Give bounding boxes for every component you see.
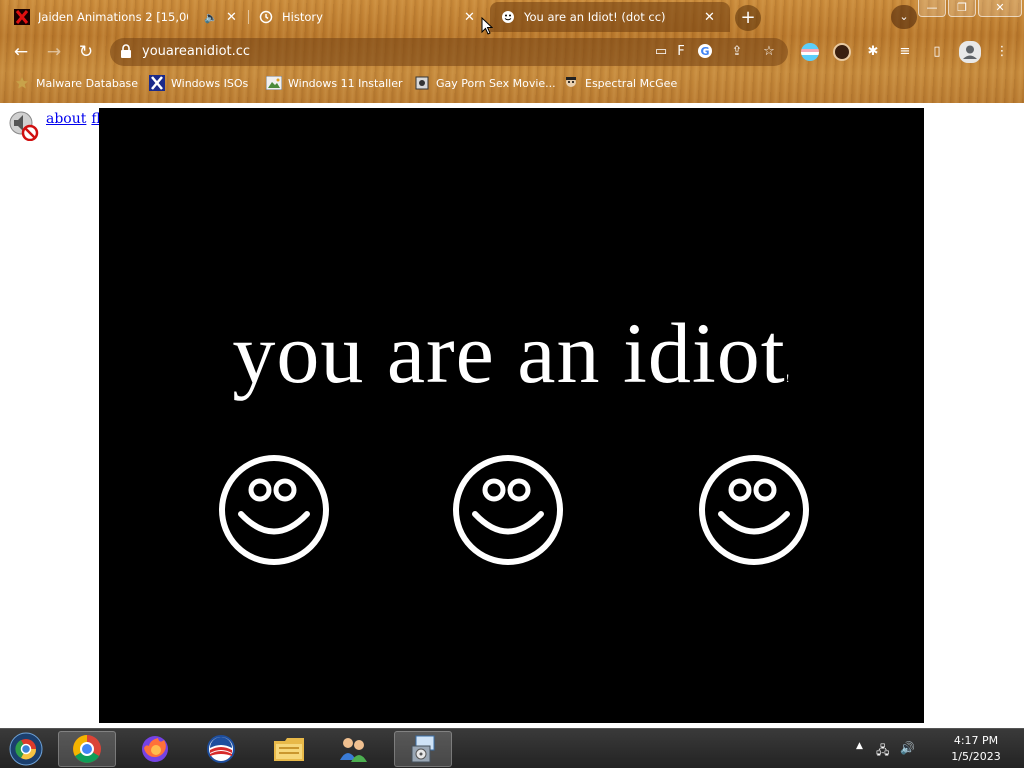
- extension-flag-icon[interactable]: [801, 43, 819, 61]
- history-clock-icon: [258, 9, 274, 25]
- clock[interactable]: 4:17 PM 1/5/2023: [946, 733, 1006, 765]
- lock-icon: [120, 44, 134, 60]
- close-window-button[interactable]: ✕: [978, 0, 1022, 17]
- new-tab-button[interactable]: +: [735, 5, 761, 31]
- clock-time: 4:17 PM: [953, 734, 999, 747]
- google-lens-icon[interactable]: G: [696, 43, 714, 61]
- tab-title: Jaiden Animations 2 [15,000: [38, 10, 188, 24]
- taskbar-installer[interactable]: [394, 731, 452, 767]
- blue-x-icon: [149, 75, 165, 91]
- profile-avatar-icon[interactable]: [959, 41, 981, 63]
- red-x-icon: [14, 9, 30, 25]
- tab-title: You are an Idiot! (dot cc): [524, 10, 666, 24]
- side-panel-icon[interactable]: ▯: [928, 43, 946, 61]
- bookmark-espectral-mcgee[interactable]: Espectral McGee: [563, 75, 677, 91]
- browser-chrome: Jaiden Animations 2 [15,000 🔈 ✕ History …: [0, 0, 1024, 103]
- tab-title: History: [282, 10, 323, 24]
- bookmark-label: Espectral McGee: [585, 76, 678, 90]
- tab-search-button[interactable]: ⌄: [891, 5, 917, 29]
- bookmark-label: Malware Database: [36, 76, 139, 90]
- muted-speaker-icon[interactable]: [8, 109, 40, 142]
- bookmark-windows-11-installer[interactable]: Windows 11 Installer: [266, 75, 403, 91]
- game-icon: [414, 75, 430, 91]
- speaker-icon[interactable]: 🔈: [204, 11, 218, 24]
- headline-mark: !: [785, 371, 791, 385]
- bookmarks-bar: Malware Database Windows ISOs Windows 11…: [0, 71, 1024, 97]
- volume-icon[interactable]: 🔊: [900, 741, 915, 755]
- bookmark-gay-porn-sex-movie[interactable]: Gay Porn Sex Movie...: [414, 75, 556, 91]
- window-controls: — ❐ ✕: [916, 0, 1022, 17]
- chrome-icon: [73, 735, 101, 763]
- web-page: aboutflash you are an idiot!: [0, 103, 1024, 728]
- mouse-cursor-icon: [481, 17, 493, 35]
- maximize-button[interactable]: ❐: [948, 0, 976, 17]
- reading-list-icon[interactable]: ≡: [896, 43, 914, 61]
- flag-icon[interactable]: F: [672, 43, 690, 61]
- system-tray: ▲ 🖧 🔊 4:17 PM 1/5/2023: [854, 729, 1024, 768]
- network-users-icon: [340, 738, 367, 762]
- address-bar[interactable]: youareanidiot.cc ▭ F G ⇪ ☆: [110, 38, 788, 66]
- tab-separator: [248, 10, 249, 24]
- reload-icon[interactable]: ↻: [75, 41, 97, 63]
- tab-history[interactable]: History ✕: [258, 2, 486, 32]
- character-icon: [563, 75, 579, 91]
- obama-logo-icon: [207, 735, 235, 763]
- bookmark-label: Windows ISOs: [171, 76, 249, 90]
- show-hidden-icons-icon[interactable]: ▲: [856, 741, 863, 751]
- network-icon[interactable]: 🖧: [876, 741, 889, 762]
- tab-close-button[interactable]: ✕: [704, 10, 715, 25]
- forward-arrow-icon[interactable]: →: [43, 41, 65, 63]
- taskbar: ▲ 🖧 🔊 4:17 PM 1/5/2023: [0, 728, 1024, 768]
- clock-date: 1/5/2023: [951, 750, 1001, 763]
- bookmark-label: Gay Porn Sex Movie...: [436, 76, 556, 90]
- file-explorer-icon: [274, 738, 304, 761]
- bookmark-label: Windows 11 Installer: [288, 76, 403, 90]
- flash-stage[interactable]: you are an idiot!: [99, 108, 924, 723]
- tab-you-are-an-idiot[interactable]: You are an Idiot! (dot cc) ✕: [490, 2, 730, 32]
- smiley-face-icon: [219, 455, 329, 565]
- browser-toolbar: ← → ↻ youareanidiot.cc ▭ F G ⇪ ☆ ✱ ≡ ▯ ⋮: [0, 35, 1024, 69]
- headline-words: you are an idiot: [232, 305, 786, 401]
- tab-strip: Jaiden Animations 2 [15,000 🔈 ✕ History …: [0, 0, 1024, 34]
- tab-close-button[interactable]: ✕: [226, 10, 237, 25]
- extension-avatar-icon[interactable]: [833, 43, 851, 61]
- tab-close-button[interactable]: ✕: [464, 10, 475, 25]
- menu-kebab-icon[interactable]: ⋮: [993, 43, 1011, 61]
- popup-blocked-icon[interactable]: ▭: [652, 43, 670, 61]
- smiley-icon: [500, 9, 516, 25]
- svg-text:G: G: [700, 45, 709, 58]
- image-icon: [266, 75, 282, 91]
- share-icon[interactable]: ⇪: [728, 43, 746, 61]
- extensions-puzzle-icon[interactable]: ✱: [864, 43, 882, 61]
- start-button[interactable]: [4, 731, 48, 767]
- taskbar-chrome[interactable]: [58, 731, 116, 767]
- taskbar-firefox[interactable]: [126, 731, 184, 767]
- bookmark-star-icon[interactable]: ☆: [760, 43, 778, 61]
- taskbar-network-users[interactable]: [324, 731, 382, 767]
- smiley-face-icon: [699, 455, 809, 565]
- back-arrow-icon[interactable]: ←: [10, 41, 32, 63]
- headline-text: you are an idiot!: [99, 303, 924, 403]
- bookmark-windows-isos[interactable]: Windows ISOs: [149, 75, 248, 91]
- url-text: youareanidiot.cc: [142, 44, 251, 59]
- tab-jaiden[interactable]: Jaiden Animations 2 [15,000 🔈 ✕: [14, 2, 246, 32]
- taskbar-file-explorer[interactable]: [260, 731, 318, 767]
- minimize-button[interactable]: —: [918, 0, 946, 17]
- bookmark-malware-database[interactable]: Malware Database: [14, 75, 138, 91]
- about-link[interactable]: about: [46, 111, 86, 127]
- smiley-face-icon: [453, 455, 563, 565]
- firefox-icon: [142, 736, 168, 762]
- star-bookmark-icon: [14, 75, 30, 91]
- installer-icon: [411, 735, 435, 763]
- taskbar-obama-logo[interactable]: [192, 731, 250, 767]
